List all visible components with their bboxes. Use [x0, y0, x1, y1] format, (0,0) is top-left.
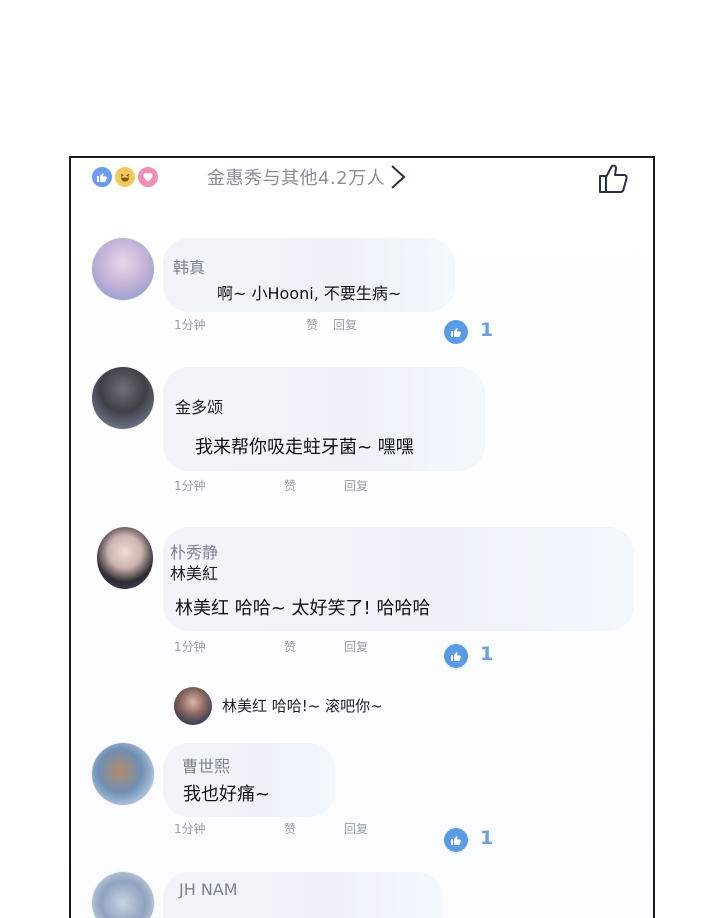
comment-mention[interactable]: 林美紅	[170, 560, 218, 584]
like-count: 1	[480, 319, 494, 341]
like-icon	[90, 165, 114, 189]
reply-text: 林美红 哈哈!~ 滚吧你~	[222, 697, 383, 715]
reply-avatar[interactable]	[174, 687, 212, 725]
haha-icon	[113, 165, 137, 189]
comment-time: 1分钟	[174, 479, 206, 493]
reply-link[interactable]: 回复	[344, 820, 368, 837]
comment-author[interactable]: 金多颂	[175, 394, 223, 418]
love-icon	[136, 165, 160, 189]
comment-text: 我来帮你吸走蛀牙菌~ 嘿嘿	[195, 437, 414, 458]
reply-link[interactable]: 回复	[333, 316, 357, 333]
comment-author[interactable]: JH NAM	[179, 880, 238, 899]
avatar[interactable]	[97, 527, 153, 589]
avatar[interactable]	[92, 367, 154, 429]
comment-author[interactable]: 韩真	[173, 254, 205, 278]
comment-time: 1分钟	[174, 318, 206, 332]
reaction-icons[interactable]	[90, 165, 170, 191]
like-link[interactable]: 赞	[284, 820, 296, 837]
reaction-summary[interactable]: 金惠秀与其他4.2万人	[207, 164, 385, 190]
comment-text: 我也好痛~	[183, 784, 271, 805]
like-badge-icon	[444, 644, 468, 668]
comments-panel: 金惠秀与其他4.2万人 韩真 啊~ 小Hooni, 不要生病~ 1分钟 赞 回复…	[69, 156, 655, 918]
like-link[interactable]: 赞	[284, 477, 296, 494]
like-count: 1	[480, 827, 494, 849]
reply-link[interactable]: 回复	[344, 477, 368, 494]
like-count: 1	[480, 643, 494, 665]
comment-text: 林美红 哈哈~ 太好笑了! 哈哈哈	[175, 598, 431, 619]
avatar[interactable]	[92, 743, 154, 805]
like-link[interactable]: 赞	[284, 638, 296, 655]
like-thumb-icon[interactable]	[597, 162, 629, 194]
comment-time: 1分钟	[174, 822, 206, 836]
comment-author[interactable]: 曹世熙	[182, 753, 230, 777]
chevron-right-icon[interactable]	[389, 164, 407, 190]
comment-time: 1分钟	[174, 640, 206, 654]
like-badge-icon	[444, 828, 468, 852]
like-link[interactable]: 赞	[306, 316, 318, 333]
like-badge-icon	[444, 320, 468, 344]
avatar[interactable]	[92, 238, 154, 300]
reply-link[interactable]: 回复	[344, 638, 368, 655]
comment-text: 啊~ 小Hooni, 不要生病~	[217, 284, 402, 303]
avatar[interactable]	[92, 872, 154, 918]
